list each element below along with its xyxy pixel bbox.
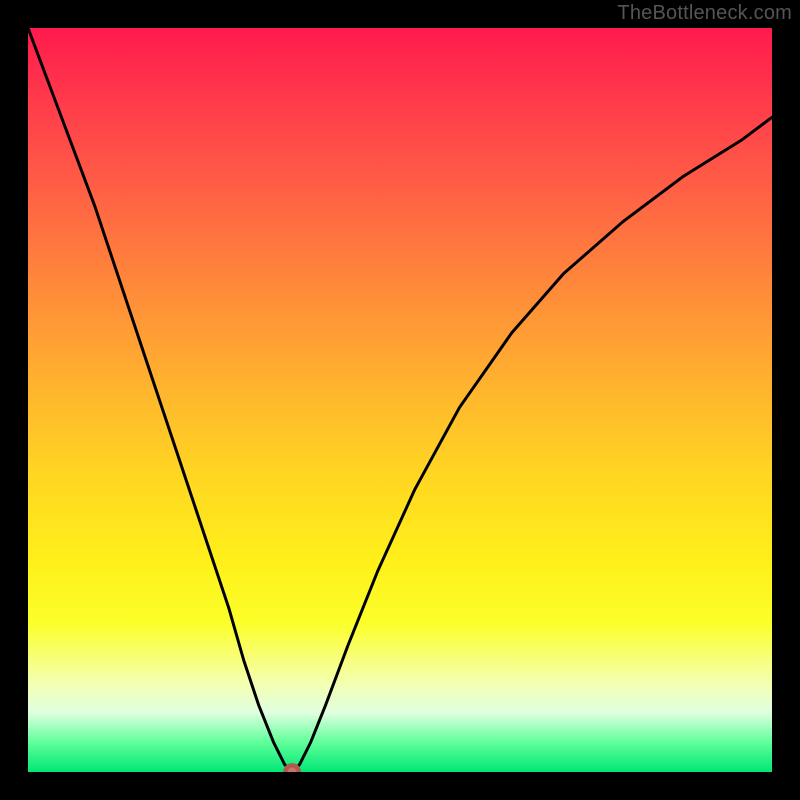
bottleneck-curve [28, 28, 772, 772]
optimum-marker [285, 765, 298, 772]
watermark-text: TheBottleneck.com [617, 2, 792, 25]
chart-frame: TheBottleneck.com [0, 0, 800, 800]
curve-layer [28, 28, 772, 772]
plot-area [28, 28, 772, 772]
